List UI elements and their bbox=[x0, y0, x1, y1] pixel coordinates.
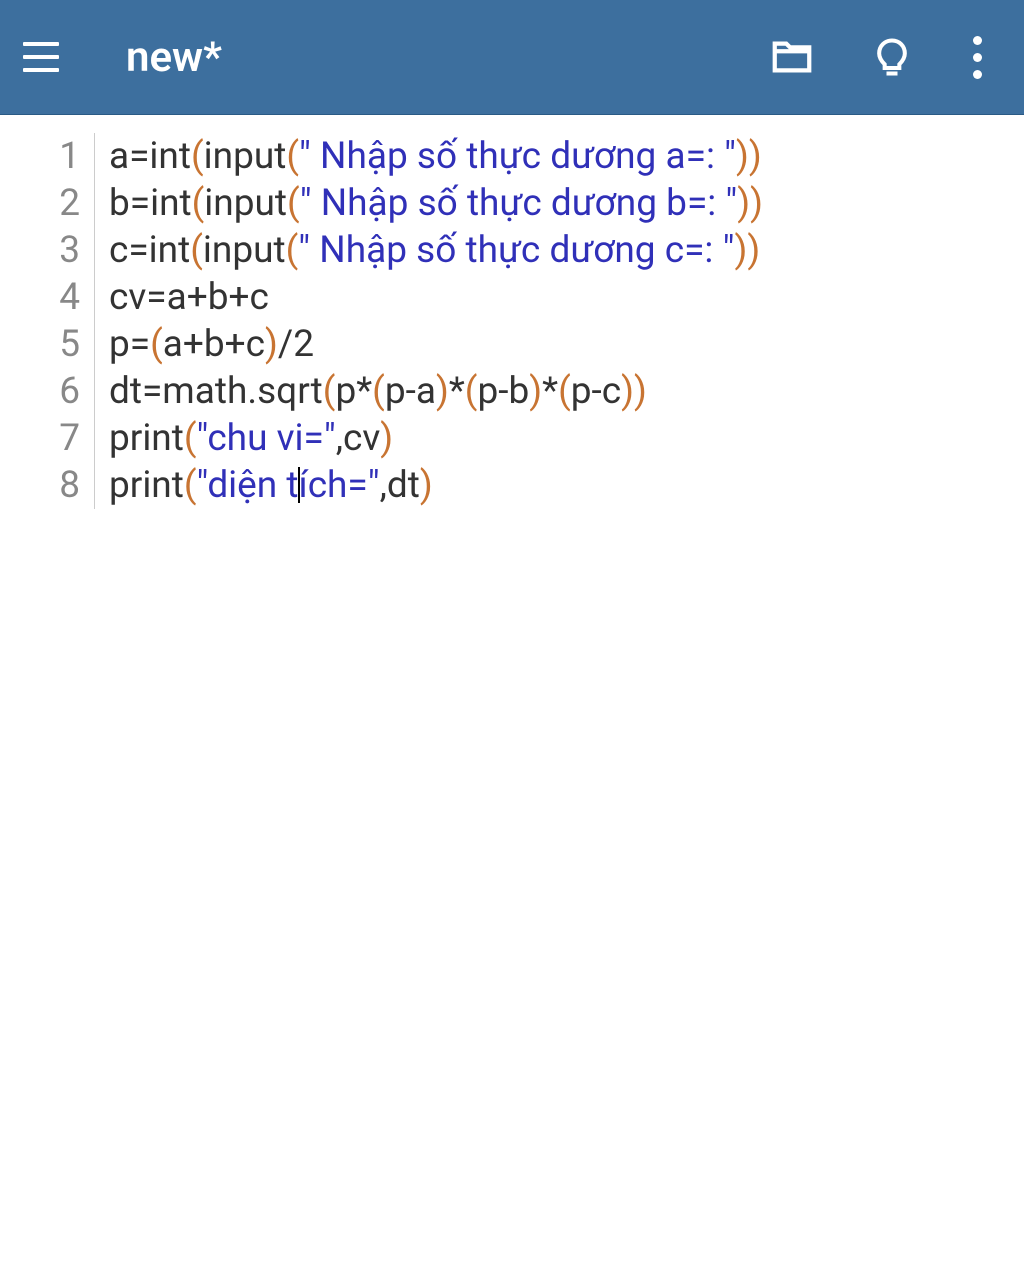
line-number: 3 bbox=[8, 227, 80, 274]
line-number: 6 bbox=[8, 368, 80, 415]
line-number: 2 bbox=[8, 180, 80, 227]
code-content[interactable]: a=int(input(" Nhập số thực dương a=: "))… bbox=[95, 133, 763, 509]
code-token: ( bbox=[372, 370, 385, 413]
code-token: ) bbox=[380, 417, 393, 460]
code-token: a=int bbox=[109, 135, 191, 178]
code-token: ( bbox=[286, 135, 299, 178]
code-token: ) bbox=[747, 229, 760, 272]
code-token: p= bbox=[109, 323, 150, 366]
code-token: /2 bbox=[278, 323, 314, 366]
code-token: ( bbox=[465, 370, 478, 413]
code-token: p-c bbox=[571, 370, 621, 413]
code-token: ) bbox=[734, 229, 747, 272]
code-token: a+b+c bbox=[163, 323, 265, 366]
line-number-gutter: 12345678 bbox=[0, 133, 95, 509]
code-token: ,dt bbox=[380, 464, 420, 507]
hamburger-menu-icon[interactable] bbox=[18, 32, 68, 82]
app-header: new* bbox=[0, 0, 1024, 115]
code-token: ( bbox=[190, 229, 203, 272]
code-token: print bbox=[109, 464, 184, 507]
more-options-icon[interactable] bbox=[969, 28, 986, 87]
code-token: ) bbox=[420, 464, 433, 507]
code-token: input bbox=[204, 135, 287, 178]
code-token: ) bbox=[737, 182, 750, 225]
code-token: ) bbox=[436, 370, 449, 413]
code-token: ( bbox=[150, 323, 163, 366]
code-token: " Nhập số thực dương c=: " bbox=[298, 229, 734, 272]
code-token: ( bbox=[558, 370, 571, 413]
code-token: ) bbox=[265, 323, 278, 366]
code-token: "diện t bbox=[197, 464, 299, 507]
code-line[interactable]: dt=math.sqrt(p*(p-a)*(p-b)*(p-c)) bbox=[109, 368, 763, 415]
code-token: ) bbox=[529, 370, 542, 413]
code-token: * bbox=[449, 370, 465, 413]
code-token: ( bbox=[287, 182, 300, 225]
text-cursor bbox=[298, 467, 300, 503]
code-token: * bbox=[542, 370, 558, 413]
code-editor[interactable]: 12345678 a=int(input(" Nhập số thực dươn… bbox=[0, 115, 1024, 509]
code-line[interactable]: a=int(input(" Nhập số thực dương a=: ")) bbox=[109, 133, 763, 180]
code-token: input bbox=[204, 182, 287, 225]
code-token: ích=" bbox=[299, 464, 380, 507]
line-number: 4 bbox=[8, 274, 80, 321]
code-line[interactable]: cv=a+b+c bbox=[109, 274, 763, 321]
code-token: ) bbox=[749, 135, 762, 178]
code-token: dt=math.sqrt bbox=[109, 370, 323, 413]
code-token: cv=a+b+c bbox=[109, 276, 269, 319]
code-token: ,cv bbox=[336, 417, 381, 460]
line-number: 7 bbox=[8, 415, 80, 462]
code-token: ( bbox=[191, 135, 204, 178]
code-token: ( bbox=[323, 370, 336, 413]
code-token: ( bbox=[192, 182, 205, 225]
code-token: p* bbox=[335, 370, 372, 413]
code-token: ( bbox=[184, 464, 197, 507]
code-token: " Nhập số thực dương b=: " bbox=[300, 182, 738, 225]
code-token: ( bbox=[184, 417, 197, 460]
code-token: ) bbox=[736, 135, 749, 178]
code-token: ) bbox=[750, 182, 763, 225]
code-token: p-b bbox=[477, 370, 529, 413]
code-token: input bbox=[203, 229, 286, 272]
code-line[interactable]: p=(a+b+c)/2 bbox=[109, 321, 763, 368]
code-token: c=int bbox=[109, 229, 190, 272]
code-token: "chu vi=" bbox=[197, 417, 336, 460]
lightbulb-icon[interactable] bbox=[870, 35, 914, 79]
code-token: print bbox=[109, 417, 184, 460]
line-number: 1 bbox=[8, 133, 80, 180]
code-line[interactable]: c=int(input(" Nhập số thực dương c=: ")) bbox=[109, 227, 763, 274]
code-line[interactable]: print("diện tích=",dt) bbox=[109, 462, 763, 509]
code-token: ( bbox=[286, 229, 299, 272]
header-actions bbox=[769, 28, 986, 87]
code-token: ) bbox=[634, 370, 647, 413]
code-token: b=int bbox=[109, 182, 192, 225]
folder-icon[interactable] bbox=[769, 34, 815, 80]
file-title: new* bbox=[126, 33, 769, 82]
code-line[interactable]: b=int(input(" Nhập số thực dương b=: ")) bbox=[109, 180, 763, 227]
code-token: p-a bbox=[385, 370, 436, 413]
line-number: 8 bbox=[8, 462, 80, 509]
code-line[interactable]: print("chu vi=",cv) bbox=[109, 415, 763, 462]
code-token: " Nhập số thực dương a=: " bbox=[299, 135, 736, 178]
code-token: ) bbox=[621, 370, 634, 413]
line-number: 5 bbox=[8, 321, 80, 368]
